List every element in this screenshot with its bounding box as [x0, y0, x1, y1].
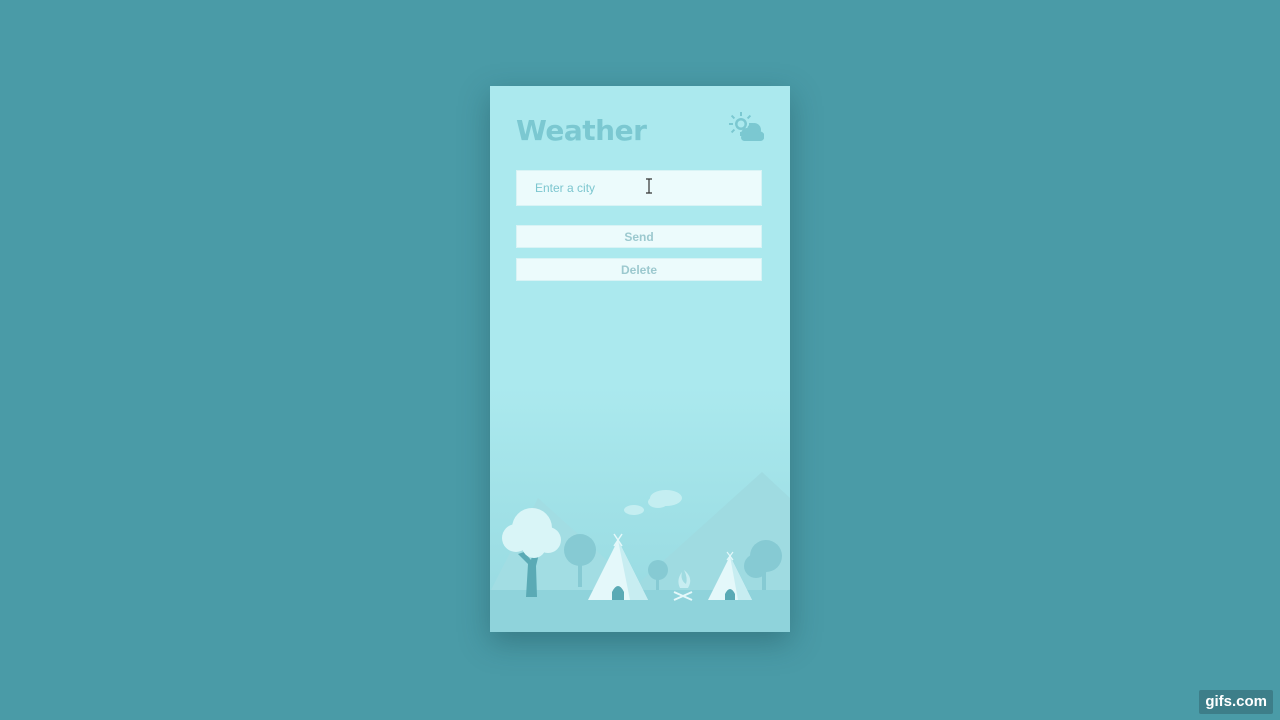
camping-landscape-illustration — [490, 472, 790, 632]
text-cursor-icon — [646, 178, 652, 194]
city-input[interactable] — [516, 170, 762, 206]
cloud-small — [624, 490, 682, 515]
weather-app-card: Weather Send Delete — [490, 86, 790, 632]
delete-button[interactable]: Delete — [516, 258, 762, 281]
send-button[interactable]: Send — [516, 225, 762, 248]
app-title: Weather — [516, 114, 647, 147]
partly-cloudy-icon — [729, 112, 764, 141]
gifs-watermark: gifs.com — [1199, 690, 1273, 714]
